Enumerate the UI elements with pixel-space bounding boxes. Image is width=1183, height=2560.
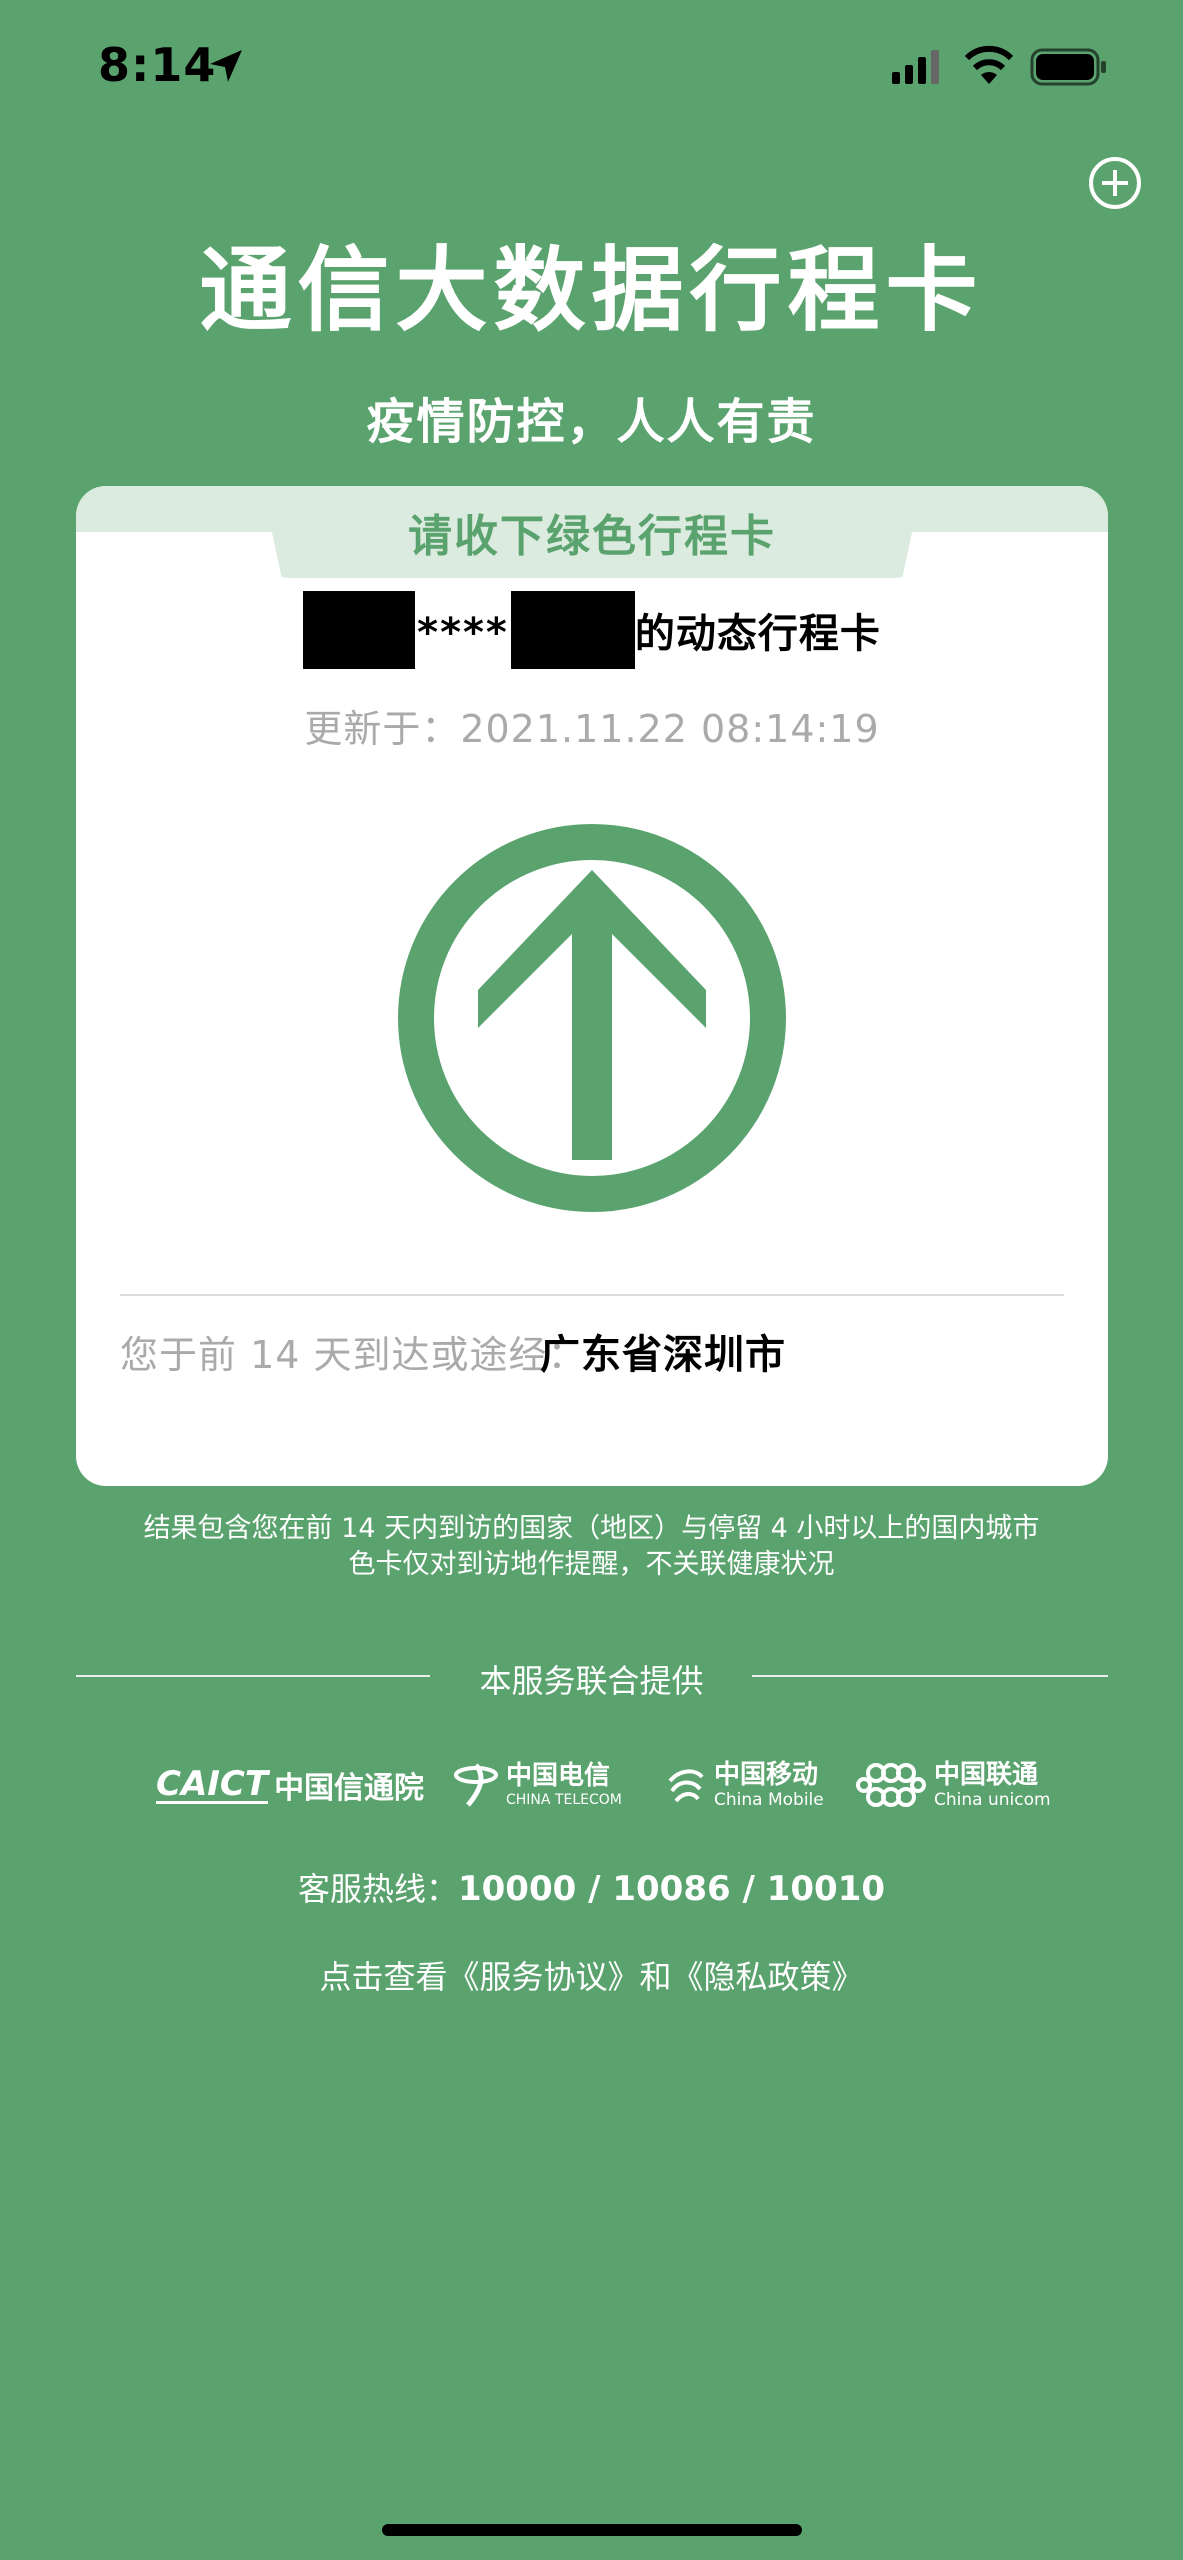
card-owner-line: **** 的动态行程卡 xyxy=(76,590,1108,670)
caict-logo: CAICT 中国信通院 xyxy=(156,1754,424,1816)
telecom-name: 中国电信 xyxy=(506,1761,611,1791)
mobile-name: 中国移动 xyxy=(714,1759,819,1790)
mobile-icon xyxy=(668,1769,704,1803)
phone-mask: **** xyxy=(417,610,509,656)
result-note: 结果包含您在前 14 天内到访的国家（地区）与停留 4 小时以上的国内城市 xyxy=(143,1513,1040,1544)
mobile-en: China Mobile xyxy=(714,1789,824,1810)
add-icon[interactable] xyxy=(1088,156,1142,210)
status-time: 8:14 xyxy=(98,38,217,92)
page-title: 通信大数据行程卡 xyxy=(199,237,984,344)
route-label: 您于前 14 天到达或途经： xyxy=(120,1333,587,1377)
up-arrow-status-icon xyxy=(398,824,786,1212)
unicom-name: 中国联通 xyxy=(934,1759,1039,1790)
unicom-knot-icon xyxy=(856,1763,926,1807)
unicom-en: China unicom xyxy=(934,1789,1051,1810)
providers-heading: 本服务联合提供 xyxy=(479,1662,704,1700)
agreement-link[interactable]: 点击查看《服务协议》和《隐私政策》 xyxy=(0,1952,1183,1998)
telecom-icon xyxy=(454,1763,498,1807)
card-divider xyxy=(120,1294,1064,1296)
location-arrow-icon xyxy=(210,50,242,82)
divider-right xyxy=(752,1675,1108,1677)
page-subtitle: 疫情防控，人人有责 xyxy=(366,394,817,450)
battery-icon xyxy=(1030,48,1106,86)
caict-name: 中国信通院 xyxy=(274,1771,425,1806)
china-mobile-logo: 中国移动 China Mobile xyxy=(666,1754,824,1816)
cellular-signal-icon xyxy=(892,50,939,84)
itinerary-card: 请收下绿色行程卡 **** 的动态行程卡 更新于：2021.11.22 08:1… xyxy=(76,486,1108,1486)
card-owner-suffix: 的动态行程卡 xyxy=(634,611,881,657)
home-indicator[interactable] xyxy=(382,2524,802,2536)
caict-mark: CAICT xyxy=(156,1763,269,1804)
china-telecom-logo: 中国电信 CHINA TELECOM xyxy=(454,1754,622,1816)
updated-time: 更新于：2021.11.22 08:14:19 xyxy=(304,707,880,751)
redaction-block xyxy=(510,591,635,669)
hotline-numbers[interactable]: 10000 / 10086 / 10010 xyxy=(458,1869,885,1909)
redaction-block xyxy=(303,591,416,669)
hotline-label: 客服热线： xyxy=(297,1870,458,1908)
telecom-en: CHINA TELECOM xyxy=(506,1792,622,1808)
disclaimer-note: 色卡仅对到访地作提醒，不关联健康状况 xyxy=(348,1549,835,1580)
china-unicom-logo: 中国联通 China unicom xyxy=(856,1754,1051,1816)
route-city: 广东省深圳市 xyxy=(540,1332,786,1378)
wifi-icon xyxy=(964,45,1014,84)
card-tab-title: 请收下绿色行程卡 xyxy=(408,511,776,562)
hotline: 客服热线：10000 / 10086 / 10010 xyxy=(0,1864,1183,1910)
